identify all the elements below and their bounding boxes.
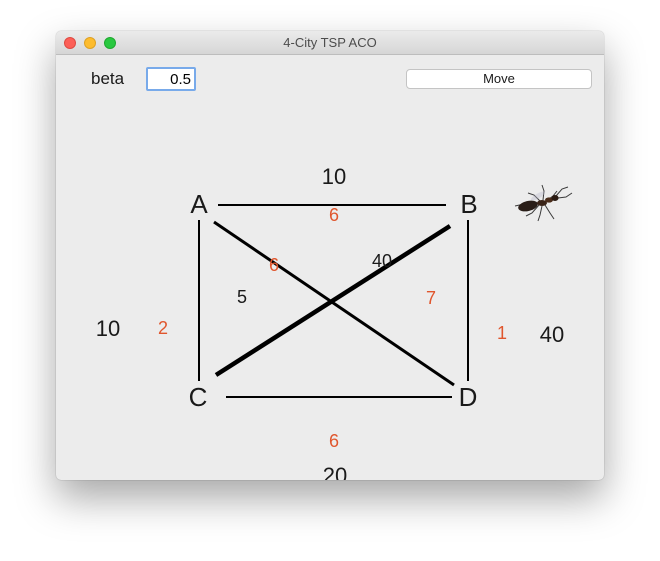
pheromone-bd: 40	[539, 322, 565, 347]
distance-ad: 6	[268, 255, 279, 275]
distance-cd: 6	[328, 431, 339, 451]
pheromone-ab: 10	[321, 164, 347, 189]
pheromone-ac: 10	[95, 316, 121, 341]
graph-edges	[198, 204, 469, 398]
distance-ab: 6	[328, 205, 339, 225]
node-c: C	[188, 382, 208, 412]
pheromone-ad: 5	[236, 287, 247, 307]
node-a: A	[190, 189, 208, 219]
distance-bd: 1	[496, 323, 507, 343]
node-b: B	[460, 189, 478, 219]
distance-ac: 2	[157, 318, 168, 338]
distance-bc: 7	[425, 288, 436, 308]
window-title: 4-City TSP ACO	[283, 35, 377, 50]
ant-icon	[514, 184, 573, 222]
pheromone-bc: 40	[371, 251, 393, 271]
node-d: D	[458, 382, 478, 412]
pheromone-cd: 20	[322, 463, 348, 480]
title-bar: 4-City TSP ACO	[56, 31, 604, 55]
graph-canvas: A B C D 10 10 40 20 40 5 6 2 1 6 6 7	[56, 54, 604, 480]
app-window: 4-City TSP ACO beta Move A B C D 10 10 4…	[56, 31, 604, 480]
